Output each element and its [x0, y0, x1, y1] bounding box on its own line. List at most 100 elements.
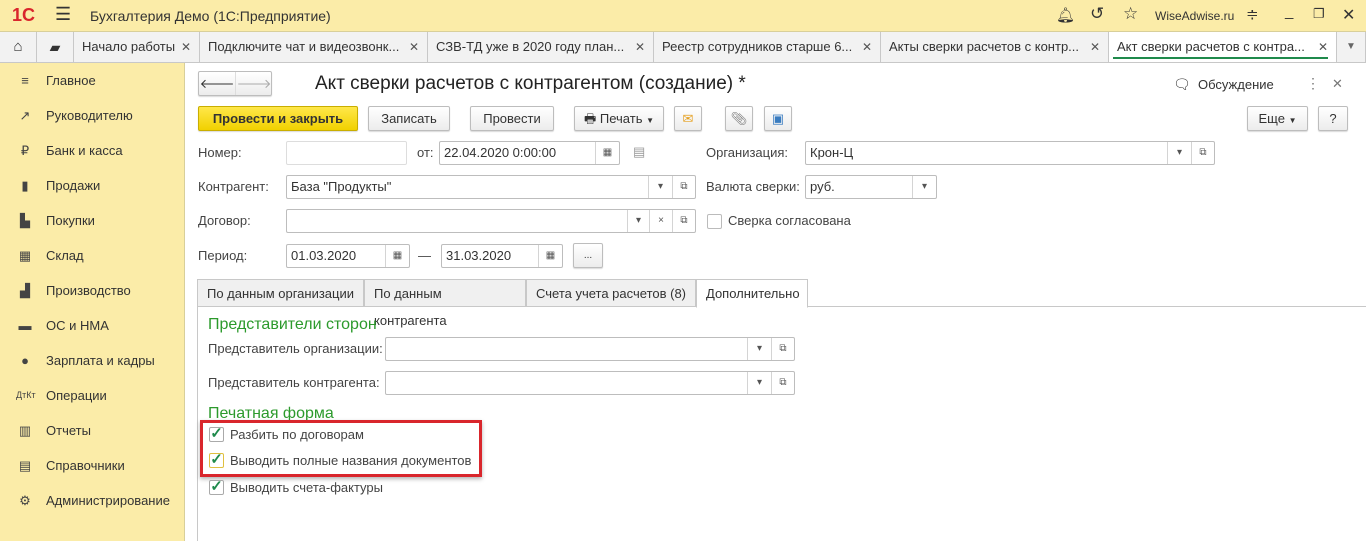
tab-reconciliation-act[interactable]: Акт сверки расчетов с контра... ✕	[1109, 32, 1337, 62]
period-to-value: 31.03.2020	[446, 248, 512, 263]
email-button[interactable]: ✉	[674, 106, 702, 131]
more-actions-icon[interactable]: ⋮	[1306, 75, 1320, 92]
tab-szv[interactable]: СЗВ-ТД уже в 2020 году план... ✕	[428, 32, 654, 62]
menu-icon[interactable]: ☰	[55, 4, 71, 25]
dropdown-icon[interactable]: ▾	[747, 372, 771, 394]
back-button[interactable]: 🡐	[199, 72, 236, 95]
factory-icon: ▟	[20, 283, 30, 298]
tab-accounts[interactable]: Счета учета расчетов (8)	[526, 279, 696, 307]
sidebar-item-bank[interactable]: ₽ Банк и касса	[0, 133, 184, 168]
minimize-icon[interactable]: _	[1285, 3, 1293, 20]
sidebar-item-warehouse[interactable]: ▦ Склад	[0, 238, 184, 273]
dropdown-icon[interactable]: ▾	[912, 176, 936, 198]
ruble-icon: ₽	[20, 143, 30, 158]
chat-icon[interactable]: ▰	[37, 32, 74, 62]
calendar-icon[interactable]: ▦	[385, 245, 409, 267]
close-window-icon[interactable]: ✕	[1342, 5, 1355, 25]
currency-select[interactable]: руб. ▾	[805, 175, 937, 199]
dropdown-icon[interactable]: ▾	[747, 338, 771, 360]
star-icon[interactable]: ☆	[1123, 4, 1138, 24]
full-doc-names-checkbox[interactable]: ✓	[209, 452, 224, 468]
number-input[interactable]	[286, 141, 407, 165]
close-tab-icon[interactable]: ✕	[862, 32, 872, 62]
close-tab-icon[interactable]: ✕	[409, 32, 419, 62]
structure-button[interactable]: ▣	[764, 106, 792, 131]
sidebar-item-salary[interactable]: ● Зарплата и кадры	[0, 343, 184, 378]
discussion-link[interactable]: Обсуждение	[1198, 77, 1274, 92]
close-form-icon[interactable]: ✕	[1332, 76, 1343, 92]
date-label: от:	[417, 145, 434, 160]
restore-icon[interactable]: ❐	[1313, 6, 1325, 22]
period-select-button[interactable]: ...	[573, 243, 603, 268]
sidebar-item-manager[interactable]: ↗ Руководителю	[0, 98, 184, 133]
dt-kt-icon: ДтКт	[16, 390, 36, 400]
tab-additional[interactable]: Дополнительно	[696, 279, 808, 308]
history-icon[interactable]: ↺	[1090, 4, 1104, 24]
close-tab-icon[interactable]: ✕	[1090, 32, 1100, 62]
tab-reconciliation-list[interactable]: Акты сверки расчетов с контр... ✕	[881, 32, 1109, 62]
dropdown-icon[interactable]: ▾	[1167, 142, 1191, 164]
comment-icon[interactable]: ▤	[633, 144, 645, 160]
bag-icon: ▮	[21, 178, 29, 193]
tab-registry[interactable]: Реестр сотрудников старше 6... ✕	[654, 32, 881, 62]
sidebar-item-reports[interactable]: ▥ Отчеты	[0, 413, 184, 448]
bell-icon[interactable]: 🔔︎	[1056, 6, 1075, 24]
sidebar-item-purchases[interactable]: ▙ Покупки	[0, 203, 184, 238]
period-to-input[interactable]: 31.03.2020 ▦	[441, 244, 563, 268]
dropdown-icon[interactable]: ▾	[648, 176, 672, 198]
open-icon[interactable]: ⧉	[672, 210, 695, 232]
open-icon[interactable]: ⧉	[771, 338, 794, 360]
organization-input[interactable]: Крон-Ц ▾ ⧉	[805, 141, 1215, 165]
post-button[interactable]: Провести	[470, 106, 554, 131]
tabs-dropdown-icon[interactable]: ▼	[1337, 32, 1366, 62]
period-from-input[interactable]: 01.03.2020 ▦	[286, 244, 410, 268]
contract-input[interactable]: ▾ × ⧉	[286, 209, 696, 233]
rep-counterparty-input[interactable]: ▾ ⧉	[385, 371, 795, 395]
close-tab-icon[interactable]: ✕	[181, 32, 191, 62]
rep-org-label: Представитель организации:	[208, 341, 383, 356]
split-by-contracts-checkbox[interactable]: ✓	[209, 426, 224, 442]
dropdown-icon[interactable]: ▾	[627, 210, 649, 232]
sidebar-item-operations[interactable]: ДтКт Операции	[0, 378, 184, 413]
agreed-checkbox[interactable]	[707, 214, 722, 229]
trend-icon: ↗	[19, 108, 31, 123]
home-icon[interactable]: ⌂	[0, 32, 37, 62]
invoices-checkbox[interactable]: ✓	[209, 479, 224, 495]
save-button[interactable]: Записать	[368, 106, 450, 131]
open-icon[interactable]: ⧉	[672, 176, 695, 198]
book-icon: ▤	[18, 458, 32, 473]
post-and-close-button[interactable]: Провести и закрыть	[198, 106, 358, 131]
settings-menu-icon[interactable]: ≑	[1246, 5, 1259, 23]
discussion-icon[interactable]: 🗨︎	[1173, 76, 1191, 93]
help-button[interactable]: ?	[1318, 106, 1348, 131]
counterparty-label: Контрагент:	[198, 179, 269, 194]
counterparty-input[interactable]: База "Продукты" ▾ ⧉	[286, 175, 696, 199]
user-name[interactable]: WiseAdwise.ru	[1155, 9, 1234, 23]
close-tab-icon[interactable]: ✕	[635, 32, 645, 62]
calendar-icon[interactable]: ▦	[538, 245, 562, 267]
print-button[interactable]: 🖶 Печать ▼	[574, 106, 664, 131]
period-label: Период:	[198, 248, 248, 263]
tab-chat[interactable]: Подключите чат и видеозвонк... ✕	[200, 32, 428, 62]
tab-org-data[interactable]: По данным организации	[197, 279, 364, 307]
date-input[interactable]: 22.04.2020 0:00:00 ▦	[439, 141, 620, 165]
calendar-icon[interactable]: ▦	[595, 142, 619, 164]
sidebar-item-production[interactable]: ▟ Производство	[0, 273, 184, 308]
open-icon[interactable]: ⧉	[1191, 142, 1214, 164]
sidebar-item-sales[interactable]: ▮ Продажи	[0, 168, 184, 203]
sidebar-item-assets[interactable]: ▬ ОС и НМА	[0, 308, 184, 343]
sidebar-item-catalogs[interactable]: ▤ Справочники	[0, 448, 184, 483]
sidebar-item-admin[interactable]: ⚙ Администрирование	[0, 483, 184, 518]
rep-org-input[interactable]: ▾ ⧉	[385, 337, 795, 361]
tab-label: Акт сверки расчетов с контра...	[1117, 39, 1305, 54]
sidebar-item-label: Зарплата и кадры	[46, 353, 155, 368]
clear-icon[interactable]: ×	[649, 210, 672, 232]
attach-button[interactable]: 📎︎	[725, 106, 753, 131]
close-tab-icon[interactable]: ✕	[1318, 32, 1328, 62]
tab-counterparty-data[interactable]: По данным контрагента	[364, 279, 526, 328]
forward-button[interactable]: 🡒	[236, 72, 272, 95]
tab-start[interactable]: Начало работы ✕	[74, 32, 200, 62]
open-icon[interactable]: ⧉	[771, 372, 794, 394]
sidebar-item-main[interactable]: ≡ Главное	[0, 63, 184, 98]
more-button[interactable]: Еще ▼	[1247, 106, 1308, 131]
